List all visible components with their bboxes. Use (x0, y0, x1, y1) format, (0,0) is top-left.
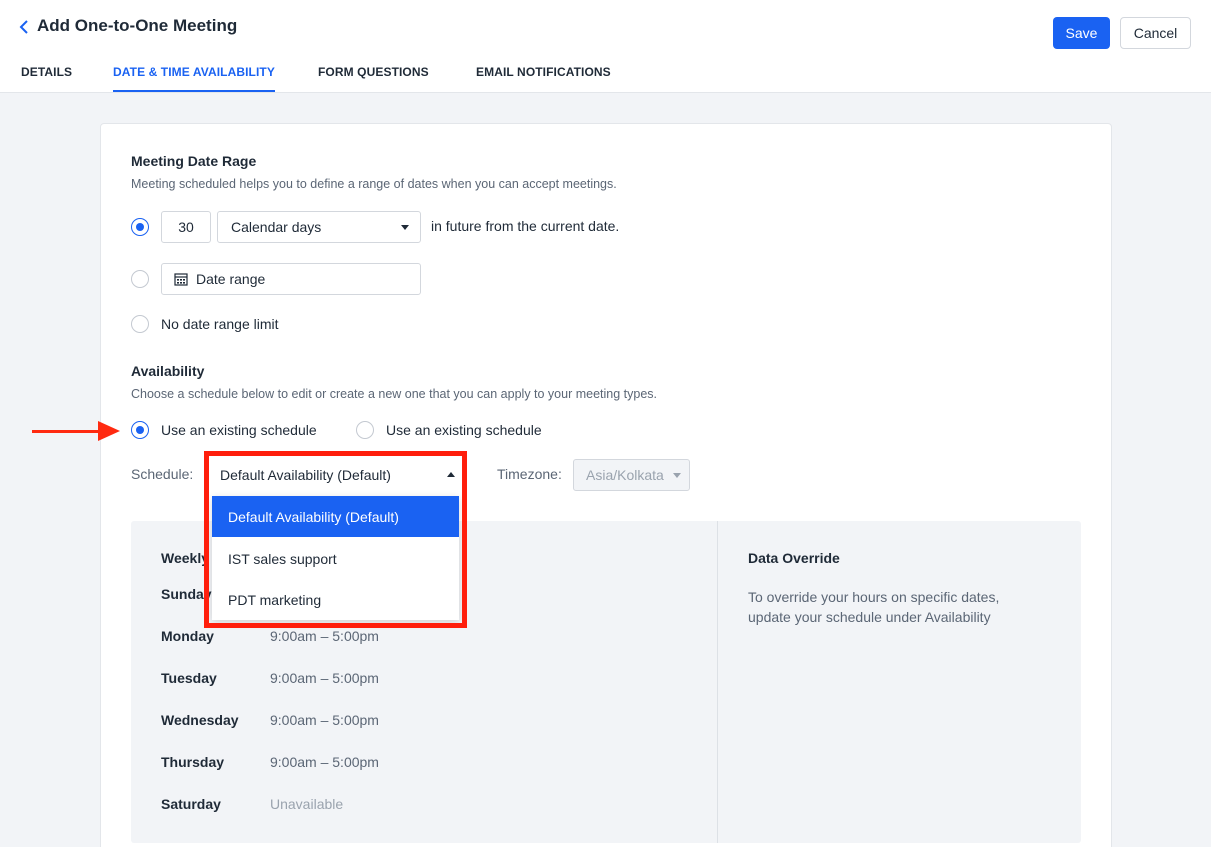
override-heading: Data Override (748, 550, 840, 566)
days-value: 30 (178, 219, 194, 235)
new-schedule-label: Use an existing schedule (386, 422, 542, 438)
day-wednesday: Wednesday (161, 712, 239, 728)
schedule-label: Schedule: (131, 466, 194, 482)
radio-no-limit[interactable] (131, 315, 149, 333)
hours-thursday: 9:00am – 5:00pm (270, 754, 379, 770)
day-thursday: Thursday (161, 754, 225, 770)
caret-up-icon (447, 472, 455, 477)
panel-divider (717, 521, 718, 843)
no-limit-label: No date range limit (161, 316, 279, 332)
save-button[interactable]: Save (1053, 17, 1110, 49)
schedule-option-ist[interactable]: IST sales support (212, 538, 459, 579)
tab-details[interactable]: DETAILS (21, 65, 72, 90)
schedule-select[interactable]: Default Availability (Default) (211, 459, 460, 491)
days-unit-select[interactable]: Calendar days (217, 211, 421, 243)
day-monday: Monday (161, 628, 214, 644)
timezone-label: Timezone: (497, 466, 562, 482)
date-range-picker[interactable]: Date range (161, 263, 421, 295)
future-suffix: in future from the current date. (431, 218, 620, 234)
radio-existing-schedule[interactable] (131, 421, 149, 439)
cancel-button[interactable]: Cancel (1120, 17, 1191, 49)
hours-wednesday: 9:00am – 5:00pm (270, 712, 379, 728)
timezone-value: Asia/Kolkata (586, 467, 664, 483)
date-range-label: Date range (196, 271, 266, 287)
weekly-heading: Weekly (161, 550, 209, 566)
annotation-arrow-line (32, 430, 102, 433)
back-button[interactable] (16, 16, 32, 38)
radio-future-days[interactable] (131, 218, 149, 236)
hours-tuesday: 9:00am – 5:00pm (270, 670, 379, 686)
chevron-left-icon (19, 20, 28, 34)
tab-form-questions[interactable]: FORM QUESTIONS (318, 65, 429, 90)
timezone-select[interactable]: Asia/Kolkata (573, 459, 690, 491)
schedule-option-pdt[interactable]: PDT marketing (212, 579, 459, 620)
date-range-description: Meeting scheduled helps you to define a … (131, 177, 617, 191)
day-saturday: Saturday (161, 796, 221, 812)
availability-heading: Availability (131, 363, 205, 379)
schedule-dropdown-list: Default Availability (Default) IST sales… (212, 496, 459, 620)
radio-new-schedule[interactable] (356, 421, 374, 439)
schedule-option-default[interactable]: Default Availability (Default) (212, 496, 459, 537)
page-header: Add One-to-One Meeting Save Cancel DETAI… (0, 0, 1211, 93)
override-text: To override your hours on specific dates… (748, 589, 1000, 625)
hours-saturday: Unavailable (270, 796, 344, 812)
days-unit-value: Calendar days (231, 219, 322, 235)
caret-down-icon (401, 225, 409, 230)
tab-date-time-availability[interactable]: DATE & TIME AVAILABILITY (113, 65, 275, 92)
radio-date-range[interactable] (131, 270, 149, 288)
availability-description: Choose a schedule below to edit or creat… (131, 387, 658, 401)
hours-monday: 9:00am – 5:00pm (270, 628, 379, 644)
day-tuesday: Tuesday (161, 670, 217, 686)
calendar-icon (174, 273, 188, 286)
arrow-right-icon (98, 421, 120, 441)
day-sunday: Sunday (161, 586, 212, 602)
page-title: Add One-to-One Meeting (37, 16, 238, 35)
caret-down-icon (673, 473, 681, 478)
days-input[interactable]: 30 (161, 211, 211, 243)
schedule-selected-value: Default Availability (Default) (220, 467, 391, 483)
tab-email-notifications[interactable]: EMAIL NOTIFICATIONS (476, 65, 611, 90)
date-range-heading: Meeting Date Rage (131, 153, 257, 169)
existing-schedule-label: Use an existing schedule (161, 422, 317, 438)
